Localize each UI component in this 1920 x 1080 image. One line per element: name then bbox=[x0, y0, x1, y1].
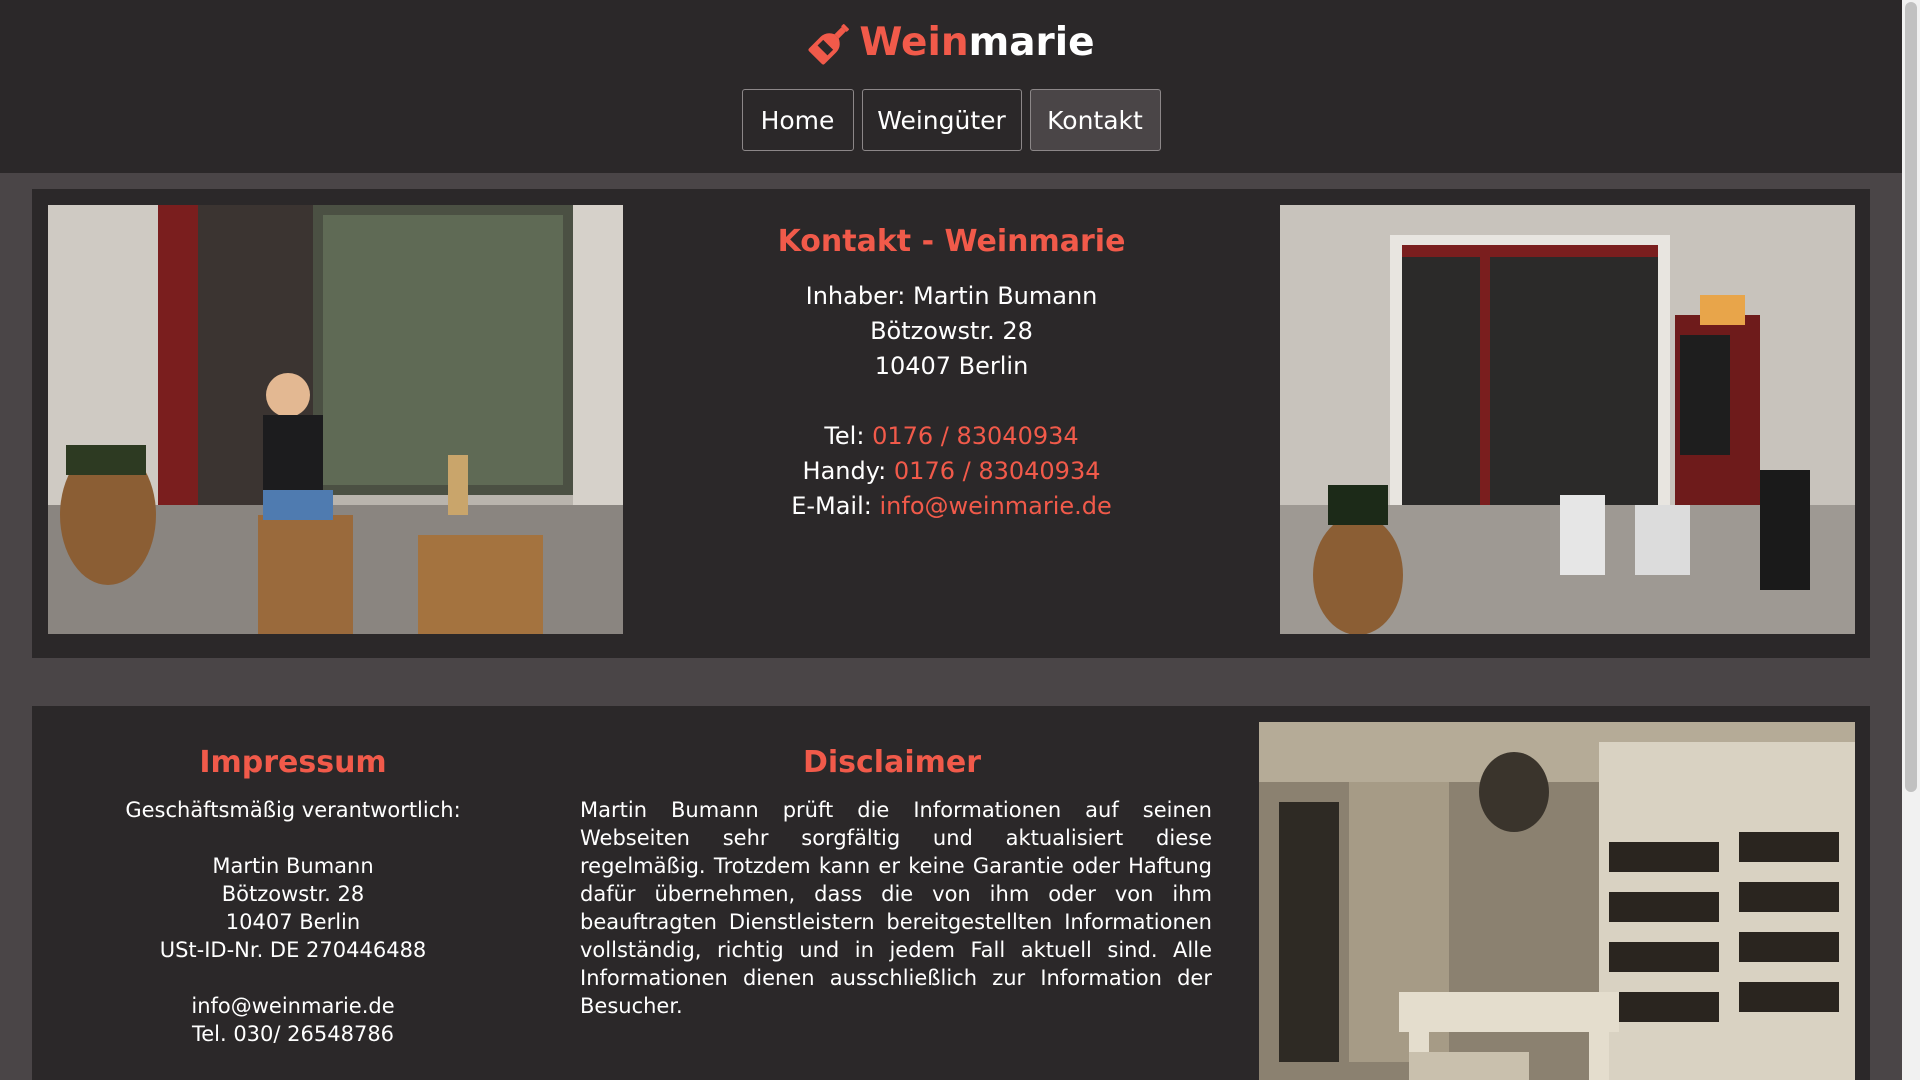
site-header: Wein marie Home Weingüter Kontakt bbox=[0, 0, 1902, 173]
contact-section: Kontakt - Weinmarie Inhaber: Martin Buma… bbox=[32, 189, 1870, 658]
main-nav: Home Weingüter Kontakt bbox=[0, 89, 1902, 153]
impressum-tel: Tel. 030/ 26548786 bbox=[191, 1022, 395, 1046]
contact-info: Kontakt - Weinmarie Inhaber: Martin Buma… bbox=[623, 205, 1280, 524]
contact-handy-link[interactable]: 0176 / 83040934 bbox=[894, 457, 1101, 485]
impressum: Impressum Geschäftsmäßig verantwortlich:… bbox=[48, 722, 538, 1048]
contact-handy-row: Handy: 0176 / 83040934 bbox=[623, 454, 1280, 489]
wine-bottle-icon bbox=[808, 24, 850, 65]
shop-interior-photo bbox=[1259, 722, 1855, 1080]
impressum-email: info@weinmarie.de bbox=[191, 994, 395, 1018]
contact-email-label: E-Mail: bbox=[791, 492, 872, 520]
legal-section: Impressum Geschäftsmäßig verantwortlich:… bbox=[32, 706, 1870, 1080]
contact-title: Kontakt - Weinmarie bbox=[777, 224, 1126, 259]
vertical-scrollbar[interactable] bbox=[1902, 0, 1920, 1080]
contact-street: Bötzowstr. 28 bbox=[870, 317, 1033, 345]
shop-front-photo bbox=[1280, 205, 1855, 634]
impressum-name: Martin Bumann bbox=[212, 854, 374, 878]
logo-text-marie: marie bbox=[968, 19, 1095, 65]
disclaimer-text: Martin Bumann prüft die Informationen au… bbox=[580, 798, 1212, 1018]
page: Wein marie Home Weingüter Kontakt Kontak… bbox=[0, 0, 1902, 1080]
disclaimer: Disclaimer Martin Bumann prüft die Infor… bbox=[548, 722, 1236, 1020]
disclaimer-title: Disclaimer bbox=[802, 745, 982, 780]
contact-handy-label: Handy: bbox=[802, 457, 887, 485]
contact-email-link[interactable]: info@weinmarie.de bbox=[880, 492, 1112, 520]
impressum-title: Impressum bbox=[199, 745, 387, 780]
impressum-street: Bötzowstr. 28 bbox=[221, 882, 365, 906]
nav-home[interactable]: Home bbox=[741, 89, 854, 151]
nav-kontakt[interactable]: Kontakt bbox=[1029, 89, 1161, 151]
shop-owner-photo bbox=[48, 205, 623, 634]
impressum-vat: USt-ID-Nr. DE 270446488 bbox=[159, 938, 427, 962]
impressum-city: 10407 Berlin bbox=[225, 910, 361, 934]
scrollbar-thumb[interactable] bbox=[1905, 2, 1917, 792]
contact-email-row: E-Mail: info@weinmarie.de bbox=[623, 489, 1280, 524]
logo-text-wein: Wein bbox=[859, 19, 969, 65]
impressum-responsible: Geschäftsmäßig verantwortlich: bbox=[125, 798, 461, 822]
contact-tel-label: Tel: bbox=[824, 422, 865, 450]
contact-owner: Inhaber: Martin Bumann bbox=[805, 282, 1098, 310]
site-logo[interactable]: Wein marie bbox=[0, 14, 1902, 70]
nav-weingueter[interactable]: Weingüter bbox=[861, 89, 1022, 151]
contact-tel-link[interactable]: 0176 / 83040934 bbox=[872, 422, 1079, 450]
contact-city: 10407 Berlin bbox=[874, 352, 1029, 380]
contact-tel-row: Tel: 0176 / 83040934 bbox=[623, 419, 1280, 454]
